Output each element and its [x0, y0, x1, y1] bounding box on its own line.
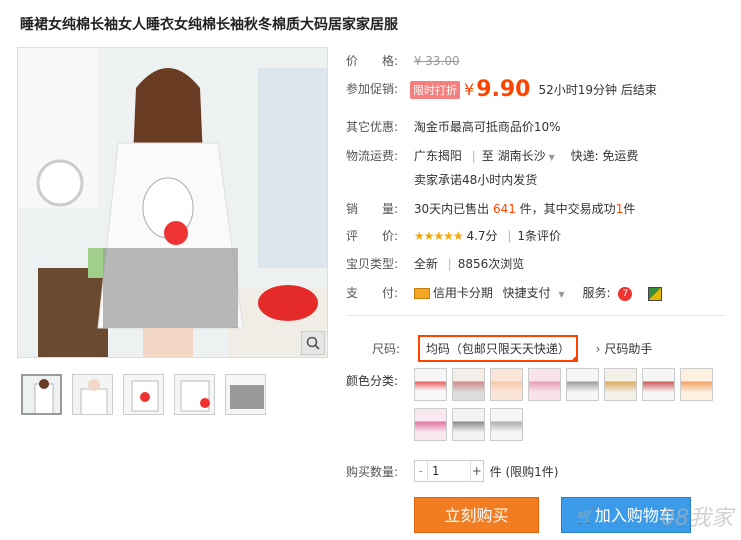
promo-row: 参加促销: 限时打折 ¥9.90 52小时19分钟 后结束 [346, 77, 657, 102]
thumbnail-3[interactable] [123, 374, 164, 415]
divider-bar: | [447, 257, 452, 271]
main-product-image[interactable] [17, 47, 328, 358]
product-photo [18, 48, 327, 357]
sales-label: 销 量: [346, 202, 399, 216]
quantity-row: 购买数量: -1 + 件 (限购1件) [346, 460, 558, 482]
ship-promise: 卖家承诺48小时内发货 [414, 173, 538, 187]
credit-installment-link[interactable]: 信用卡分期 [433, 286, 493, 300]
promo-countdown: 52小时19分钟 后结束 [538, 83, 657, 97]
ship-to-prefix: 至 [481, 149, 494, 163]
product-title: 睡裙女纯棉长袖女人睡衣女纯棉长袖秋冬棉质大码居家家居服 [20, 17, 398, 33]
thumbnail-5[interactable] [225, 374, 266, 415]
credit-card-icon [413, 288, 430, 299]
section-divider [346, 315, 726, 316]
type-label: 宝贝类型: [346, 257, 399, 271]
zoom-button[interactable] [301, 331, 325, 355]
color-swatch[interactable] [452, 368, 485, 401]
quantity-decrease[interactable]: - [415, 461, 428, 481]
view-count: 8856次浏览 [457, 257, 525, 271]
ship-to-select[interactable]: 湖南长沙 ▼ [498, 149, 555, 163]
dropdown-icon[interactable]: ▼ [559, 290, 565, 299]
divider-bar: | [507, 229, 512, 243]
promo-price: 9.90 [476, 77, 531, 102]
seven-day-return-icon[interactable]: 7 [618, 286, 633, 301]
sales-row: 销 量: 30天内已售出 641 件，其中交易成功1件 [346, 200, 635, 217]
chevron-right-icon: › [595, 342, 601, 356]
original-price: ¥ 33.00 [413, 54, 460, 68]
payment-label: 支 付: [346, 286, 399, 300]
shipping-row: 物流运费: 广东揭阳 | 至 湖南长沙 ▼ 快递: 免运费 [346, 147, 638, 164]
chevron-down-icon: ▼ [548, 153, 555, 162]
size-row: 尺码: 均码（包邮只限天天快递） › 尺码助手 [372, 335, 652, 362]
quick-pay-link[interactable]: 快捷支付 [503, 286, 551, 300]
other-offers-text: 淘金币最高可抵商品价10% [413, 120, 561, 134]
ship-to-text: 湖南长沙 [497, 149, 546, 163]
thumbnail-1[interactable] [21, 374, 62, 415]
other-label: 其它优惠: [346, 120, 399, 134]
price-row: 价 格: ¥ 33.00 [346, 52, 460, 69]
color-swatch[interactable] [566, 368, 599, 401]
quantity-label: 购买数量: [346, 464, 399, 479]
guarantee-icon[interactable] [648, 286, 663, 301]
divider-bar: | [471, 149, 476, 163]
sales-post: 件 [623, 202, 636, 216]
ship-from: 广东揭阳 [413, 149, 462, 163]
promo-label: 参加促销: [346, 82, 399, 96]
thumbnail-2[interactable] [72, 374, 113, 415]
type-row: 宝贝类型: 全新 | 8856次浏览 [346, 255, 524, 272]
thumbnail-4[interactable] [174, 374, 215, 415]
shipping-label: 物流运费: [346, 149, 399, 163]
review-row: 评 价: ★★★★★ 4.7分 | 1条评价 [346, 227, 561, 244]
size-option-selected[interactable]: 均码（包邮只限天天快递） [417, 335, 578, 362]
promo-badge: 限时打折 [410, 80, 460, 99]
color-swatch[interactable] [642, 368, 675, 401]
service-label: 服务: [582, 286, 611, 300]
color-swatch[interactable] [490, 368, 523, 401]
payment-row: 支 付: 信用卡分期 快捷支付 ▼ 服务: 7 [346, 284, 663, 301]
color-swatches [414, 368, 741, 448]
size-helper-link[interactable]: 尺码助手 [604, 342, 652, 356]
sales-mid: 件，其中交易成功 [519, 202, 616, 216]
sales-pre: 30天内已售出 [413, 202, 490, 216]
price-label: 价 格: [346, 54, 399, 68]
watermark: 08我家 [661, 506, 733, 531]
color-swatch[interactable] [414, 408, 447, 441]
item-condition: 全新 [413, 257, 438, 271]
thumbnail-strip [21, 374, 266, 415]
magnifier-icon [306, 336, 320, 350]
quantity-limit: 件 (限购1件) [489, 464, 559, 479]
buy-now-button[interactable]: 立刻购买 [414, 497, 539, 533]
color-swatch[interactable] [452, 408, 485, 441]
review-label: 评 价: [346, 229, 399, 243]
yen-symbol: ¥ [464, 80, 475, 99]
shipping-fee: 快递: 免运费 [570, 149, 639, 163]
rating-score: 4.7分 [466, 229, 498, 243]
other-offers-row: 其它优惠: 淘金币最高可抵商品价10% [346, 118, 561, 135]
rating-stars: ★★★★★ [413, 229, 464, 243]
color-swatch[interactable] [680, 368, 713, 401]
color-swatch[interactable] [528, 368, 561, 401]
quantity-stepper: -1 + [413, 460, 484, 482]
size-label: 尺码: [372, 342, 401, 356]
color-label: 颜色分类: [346, 374, 399, 388]
color-swatch[interactable] [414, 368, 447, 401]
color-swatch[interactable] [490, 408, 523, 441]
sales-count: 641 [492, 202, 516, 216]
cart-icon: 🛒 [577, 509, 595, 525]
quantity-increase[interactable]: + [469, 461, 483, 481]
review-count-link[interactable]: 1条评价 [517, 229, 561, 243]
quantity-input[interactable]: 1 [428, 461, 470, 481]
color-swatch[interactable] [604, 368, 637, 401]
